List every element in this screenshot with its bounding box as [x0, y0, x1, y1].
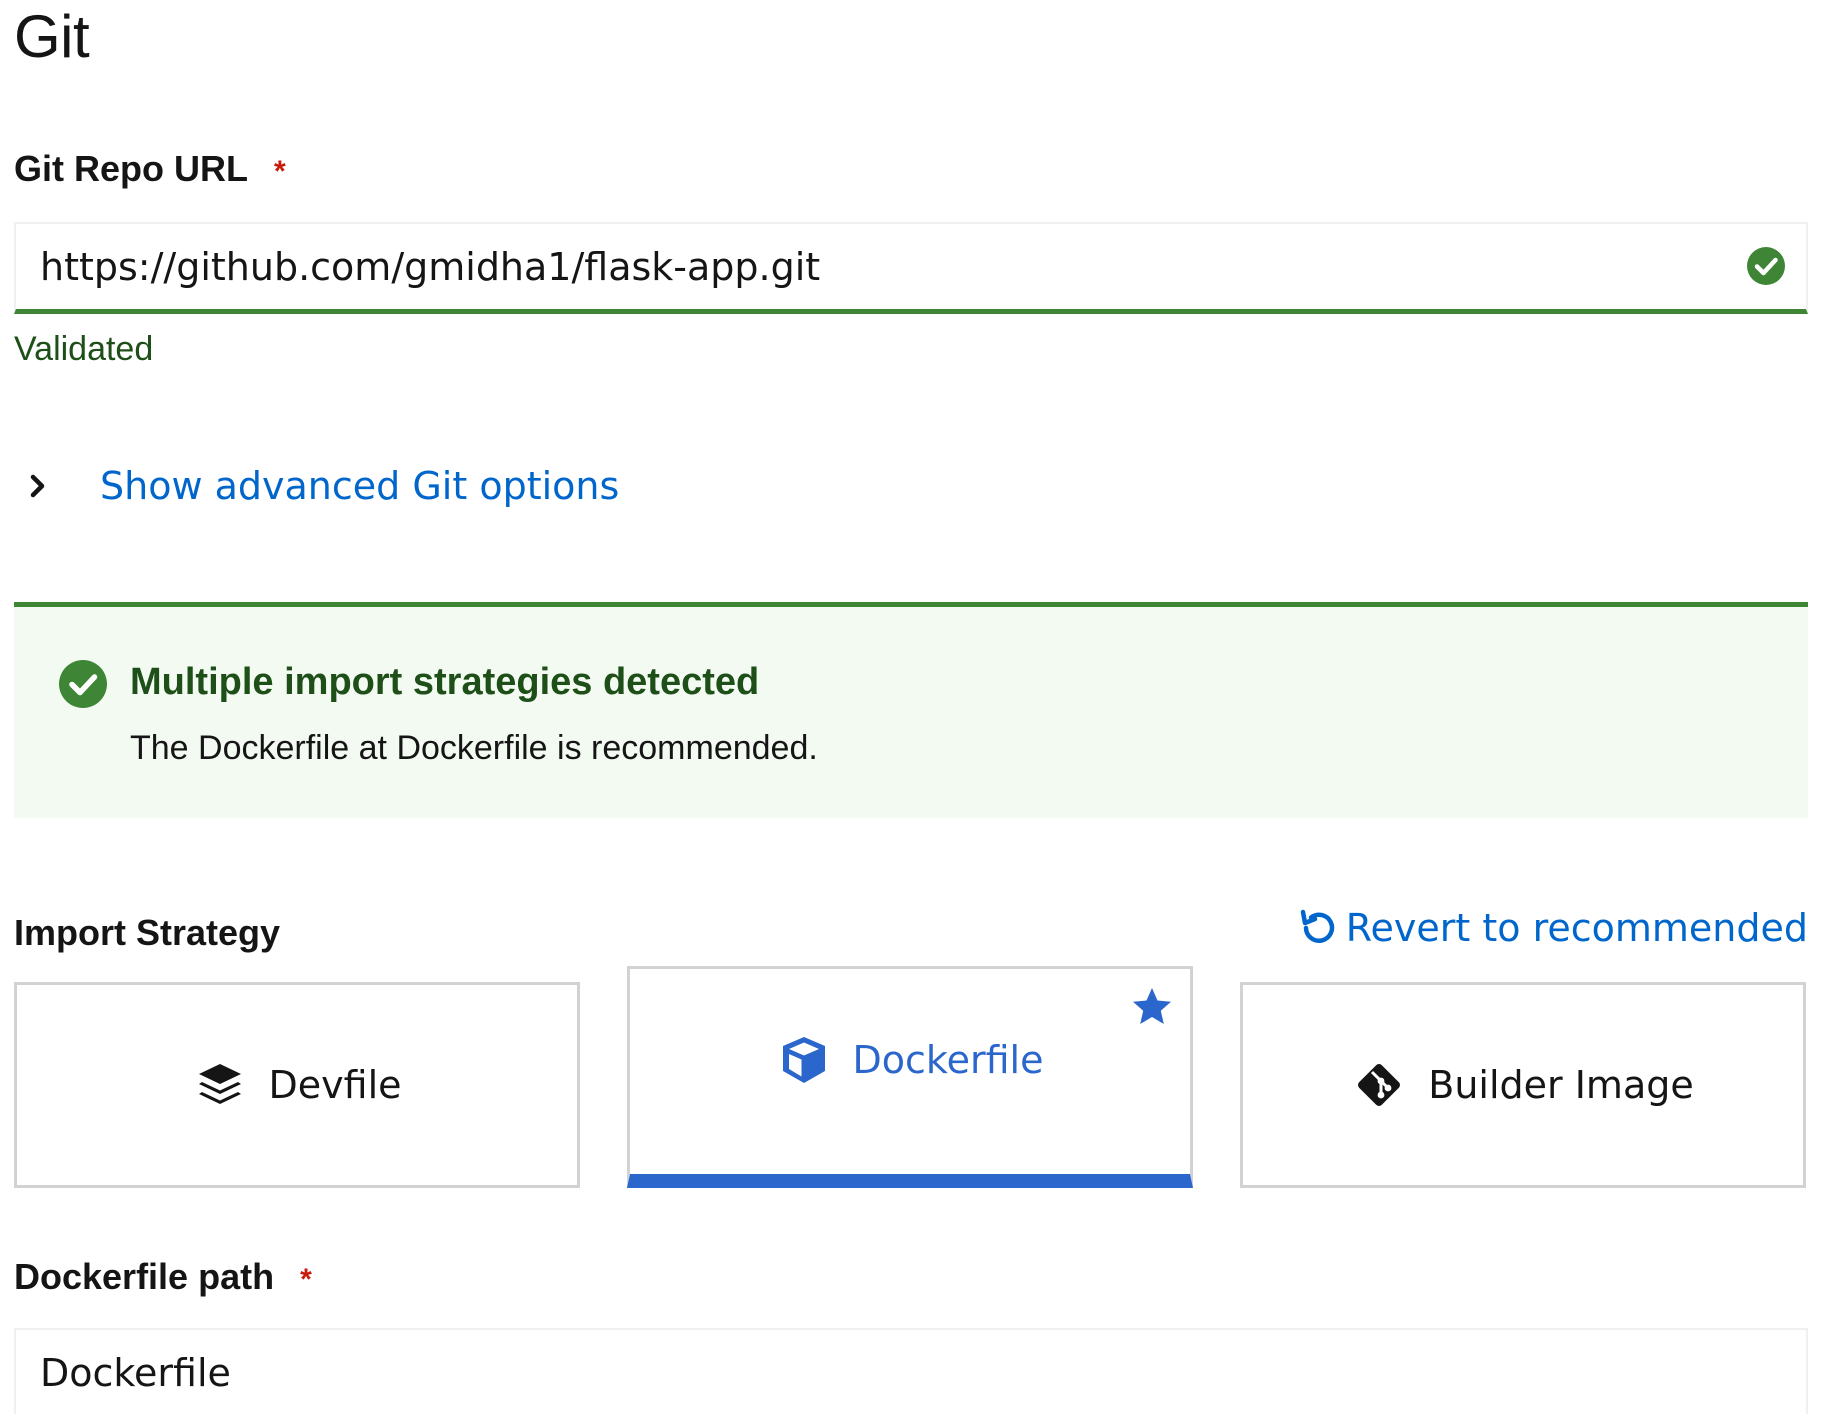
strategy-tile-devfile-label: Devfile	[268, 1063, 402, 1107]
import-from-git-form: Git Git Repo URL * https://github.com/gm…	[0, 0, 1822, 1414]
star-icon	[1133, 988, 1171, 1024]
alert-description: The Dockerfile at Dockerfile is recommen…	[130, 729, 818, 767]
layer-group-icon	[198, 1064, 241, 1104]
dockerfile-path-label-text: Dockerfile path	[14, 1256, 275, 1297]
dockerfile-path-value: Dockerfile	[40, 1350, 231, 1395]
check-circle-icon	[59, 660, 107, 708]
section-title: Git	[14, 3, 90, 70]
undo-icon	[1300, 909, 1335, 943]
git-repo-url-input[interactable]: https://github.com/gmidha1/flask-app.git	[14, 222, 1808, 314]
git-icon	[1358, 1064, 1401, 1106]
check-circle-icon	[1747, 247, 1785, 285]
strategy-tile-dockerfile-label: Dockerfile	[852, 1037, 1044, 1082]
import-strategy-label: Import Strategy	[14, 912, 281, 953]
required-marker: *	[273, 155, 286, 188]
dockerfile-path-input[interactable]: Dockerfile	[14, 1328, 1808, 1414]
dockerfile-path-label: Dockerfile path *	[14, 1256, 312, 1298]
alert-title: Multiple import strategies detected	[130, 661, 760, 703]
required-marker: *	[300, 1263, 312, 1296]
cube-icon	[782, 1036, 825, 1083]
git-repo-helper-text: Validated	[14, 330, 154, 368]
revert-to-recommended-label: Revert to recommended	[1345, 906, 1808, 950]
git-repo-url-value: https://github.com/gmidha1/flask-app.git	[40, 244, 821, 289]
show-advanced-git-options-toggle[interactable]: Show advanced Git options	[14, 464, 619, 508]
chevron-right-icon	[30, 474, 45, 498]
strategy-tile-devfile[interactable]: Devfile	[14, 982, 580, 1188]
strategy-tile-builder-image-label: Builder Image	[1428, 1063, 1694, 1107]
strategy-tile-builder-image[interactable]: Builder Image	[1240, 982, 1806, 1188]
import-strategy-alert: Multiple import strategies detected The …	[14, 602, 1808, 818]
revert-to-recommended-button[interactable]: Revert to recommended	[1296, 906, 1808, 950]
git-repo-url-label: Git Repo URL *	[14, 148, 286, 190]
git-repo-url-label-text: Git Repo URL	[14, 148, 248, 189]
show-advanced-git-options-label[interactable]: Show advanced Git options	[100, 464, 619, 508]
strategy-tile-dockerfile[interactable]: Dockerfile	[627, 966, 1193, 1188]
